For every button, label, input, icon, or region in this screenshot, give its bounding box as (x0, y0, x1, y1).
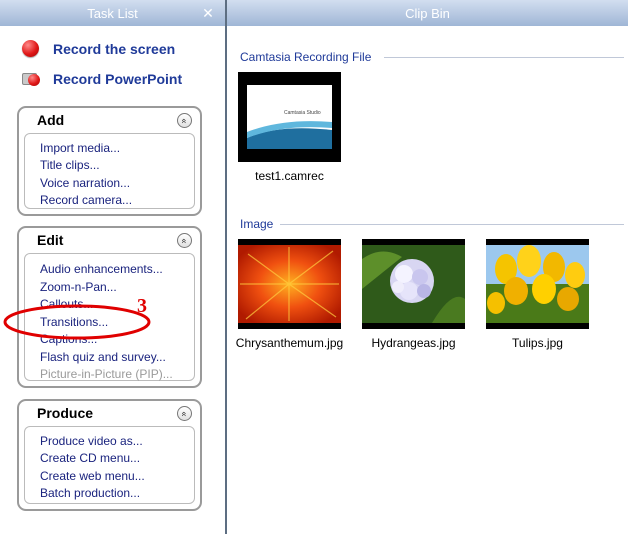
edit-panel-title: Edit (37, 232, 64, 248)
title-clips-link[interactable]: Title clips... (40, 158, 100, 172)
close-icon[interactable]: ✕ (198, 3, 218, 23)
add-panel: Add « Import media... Title clips... Voi… (17, 106, 202, 216)
record-powerpoint-link[interactable]: Record PowerPoint (22, 71, 182, 87)
group-divider (384, 57, 624, 58)
produce-video-link[interactable]: Produce video as... (40, 434, 143, 448)
record-icon (22, 40, 39, 57)
create-web-menu-link[interactable]: Create web menu... (40, 469, 145, 483)
annotation-ellipse (3, 304, 151, 340)
group-label-image: Image (240, 217, 274, 231)
record-powerpoint-label: Record PowerPoint (53, 71, 183, 87)
record-screen-link[interactable]: Record the screen (22, 40, 175, 57)
hydrangeas-image (362, 245, 465, 323)
audio-enhancements-link[interactable]: Audio enhancements... (40, 262, 163, 276)
clip-name-chrysanthemum[interactable]: Chrysanthemum.jpg (228, 336, 351, 350)
picture-in-picture-link: Picture-in-Picture (PIP)... (40, 367, 173, 381)
collapse-produce-icon[interactable]: « (177, 406, 192, 421)
record-screen-label: Record the screen (53, 40, 176, 57)
collapse-add-icon[interactable]: « (177, 113, 192, 128)
task-list-title: Task List (87, 5, 138, 21)
add-panel-title: Add (37, 112, 65, 128)
produce-panel-title: Produce (37, 405, 94, 421)
chrysanthemum-image (238, 245, 341, 323)
clip-bin-title: Clip Bin (405, 5, 450, 21)
task-list-header: Task List (0, 0, 225, 26)
create-cd-menu-link[interactable]: Create CD menu... (40, 451, 140, 465)
clip-thumbnail-test1[interactable]: Camtasia Studio (238, 72, 341, 162)
camtasia-thumbnail-image (247, 85, 332, 149)
collapse-edit-icon[interactable]: « (177, 233, 192, 248)
import-media-link[interactable]: Import media... (40, 141, 120, 155)
clip-thumbnail-tulips[interactable] (486, 239, 589, 329)
thumbnail-caption: Camtasia Studio (284, 110, 321, 116)
clip-thumbnail-chrysanthemum[interactable] (238, 239, 341, 329)
voice-narration-link[interactable]: Voice narration... (40, 176, 130, 190)
powerpoint-record-icon (22, 72, 40, 86)
produce-panel-body: Produce video as... Create CD menu... Cr… (24, 426, 195, 504)
record-camera-link[interactable]: Record camera... (40, 193, 132, 207)
clip-name-hydrangeas[interactable]: Hydrangeas.jpg (352, 336, 475, 350)
clip-name-test1[interactable]: test1.camrec (238, 169, 341, 183)
clip-thumbnail-hydrangeas[interactable] (362, 239, 465, 329)
tulips-image (486, 245, 589, 323)
clip-bin-header: Clip Bin (227, 0, 628, 26)
zoom-n-pan-link[interactable]: Zoom-n-Pan... (40, 280, 117, 294)
add-panel-body: Import media... Title clips... Voice nar… (24, 133, 195, 209)
group-divider (280, 224, 624, 225)
annotation-step-number: 3 (137, 295, 147, 317)
clip-name-tulips[interactable]: Tulips.jpg (476, 336, 599, 350)
group-label-recording: Camtasia Recording File (240, 50, 372, 64)
pane-splitter[interactable] (225, 0, 227, 534)
flash-quiz-link[interactable]: Flash quiz and survey... (40, 350, 166, 364)
produce-panel: Produce « Produce video as... Create CD … (17, 399, 202, 511)
batch-production-link[interactable]: Batch production... (40, 486, 140, 500)
